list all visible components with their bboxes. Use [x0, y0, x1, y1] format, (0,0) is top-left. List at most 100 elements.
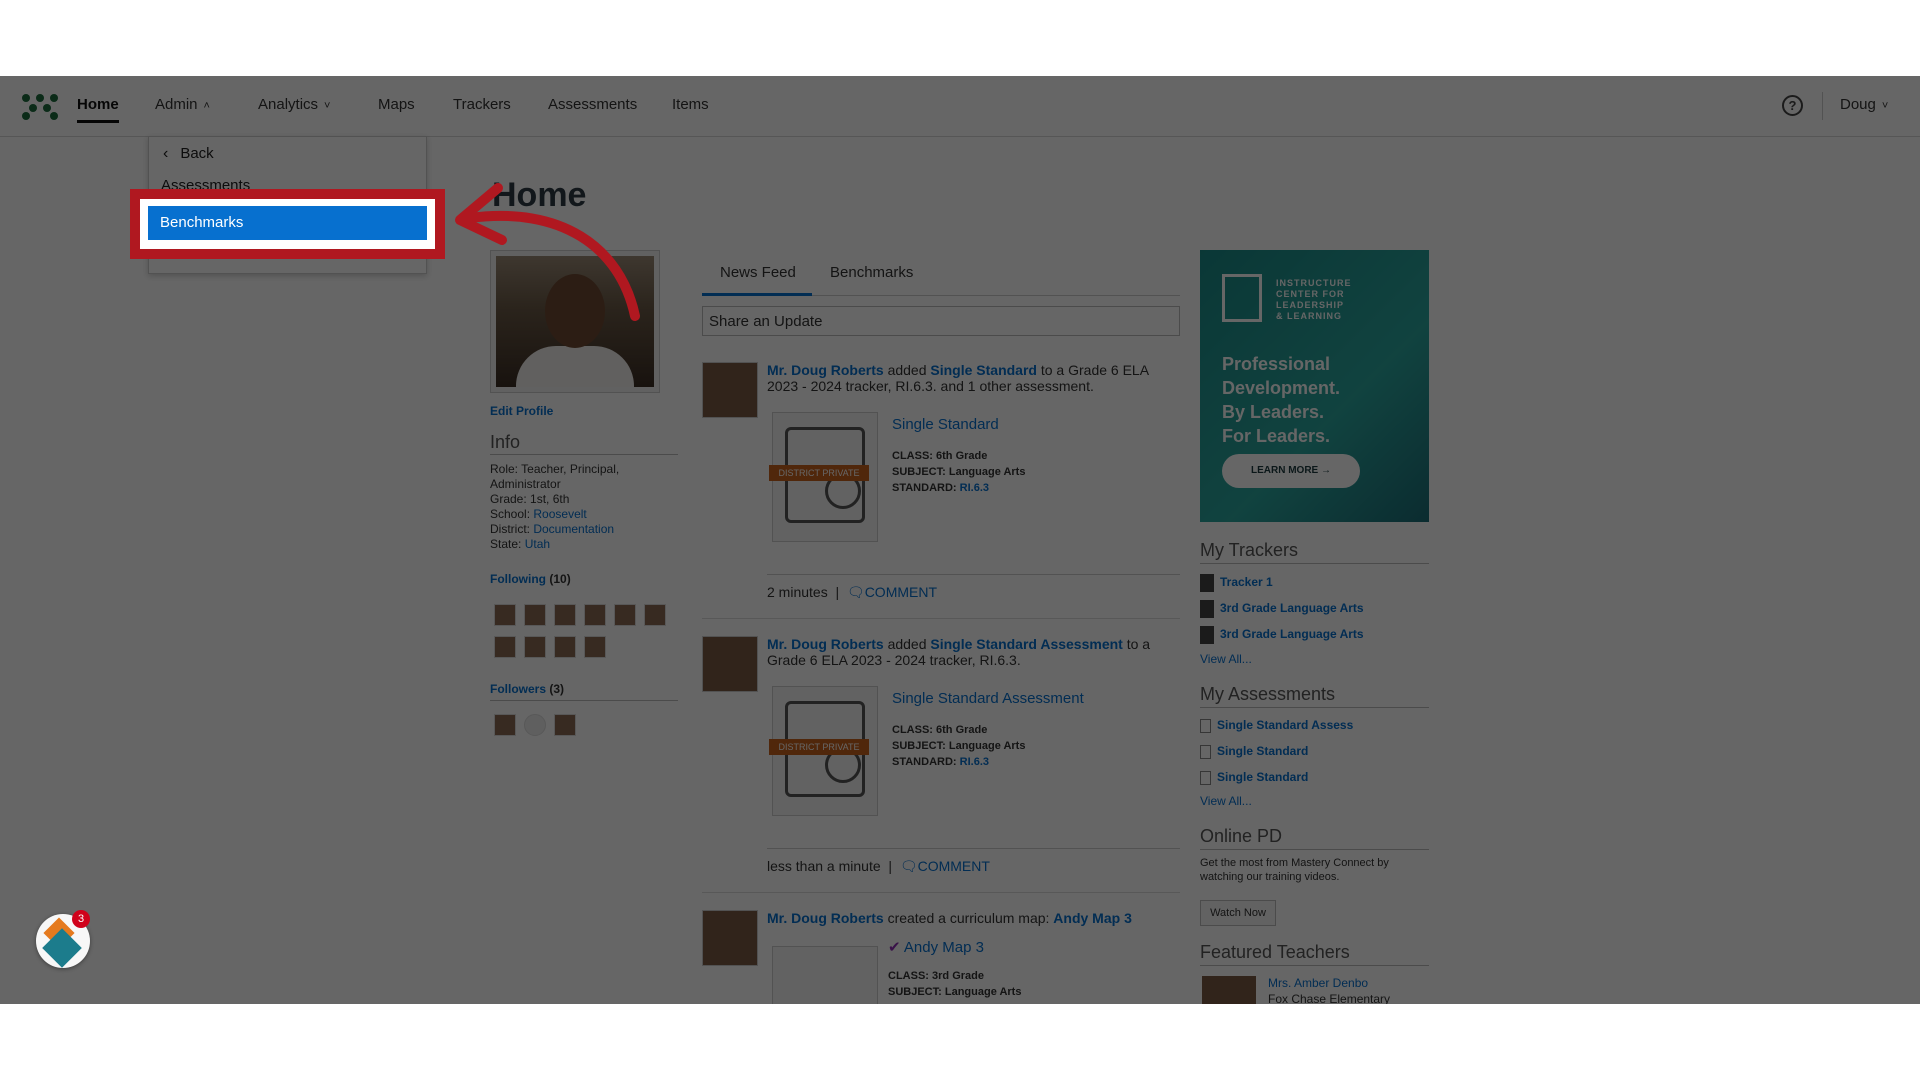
- subject-value: Language Arts: [944, 986, 1022, 998]
- card-subject: SUBJECT: Language Arts: [888, 984, 1021, 1000]
- chevron-down-icon: ˅: [1881, 100, 1889, 112]
- ad-headline-line: For Leaders.: [1222, 426, 1331, 446]
- card-title-link[interactable]: Single Standard Assessment: [892, 690, 1084, 707]
- comment-icon: 🗨: [846, 584, 865, 600]
- standard-link[interactable]: RI.6.3: [960, 482, 989, 494]
- avatar[interactable]: [494, 604, 516, 626]
- object-link[interactable]: Single Standard: [930, 362, 1037, 378]
- tab-benchmarks[interactable]: Benchmarks: [830, 264, 913, 281]
- info-role-2: Administrator: [490, 477, 561, 491]
- state-link[interactable]: Utah: [525, 537, 550, 551]
- mastery-logo-icon[interactable]: [22, 94, 58, 120]
- card-title-link[interactable]: Single Standard: [892, 416, 999, 433]
- tracker-link[interactable]: Tracker 1: [1200, 574, 1273, 592]
- divider: [702, 618, 1180, 619]
- info-heading: Info: [490, 432, 521, 452]
- object-link[interactable]: Single Standard Assessment: [930, 636, 1122, 652]
- avatar[interactable]: [494, 714, 516, 736]
- nav-maps[interactable]: Maps: [378, 96, 415, 113]
- my-trackers-heading: My Trackers: [1200, 540, 1299, 560]
- avatar[interactable]: [554, 604, 576, 626]
- assessment-link[interactable]: Single Standard Assess: [1200, 718, 1353, 733]
- avatar[interactable]: [584, 636, 606, 658]
- avatar[interactable]: [524, 604, 546, 626]
- nav-assessments[interactable]: Assessments: [548, 96, 637, 113]
- avatar[interactable]: [584, 604, 606, 626]
- share-update-input[interactable]: Share an Update: [702, 306, 1180, 336]
- followers-heading[interactable]: Followers (3): [490, 682, 564, 696]
- author-avatar[interactable]: [702, 636, 758, 692]
- class-label: CLASS:: [892, 724, 933, 736]
- comment-link[interactable]: 🗨COMMENT: [847, 584, 937, 600]
- learn-more-button[interactable]: LEARN MORE →: [1222, 454, 1360, 488]
- map-thumbnail[interactable]: [772, 946, 878, 1004]
- nav-trackers[interactable]: Trackers: [453, 96, 511, 113]
- card-subject: SUBJECT: Language Arts: [892, 738, 1025, 754]
- role-label: Role:: [490, 462, 519, 476]
- state-label: State:: [490, 537, 522, 551]
- card-title-link[interactable]: ✔ Andy Map 3: [888, 938, 984, 956]
- avatar[interactable]: [494, 636, 516, 658]
- feed-post: Mr. Doug Roberts added Single Standard A…: [702, 636, 1180, 898]
- standard-link[interactable]: RI.6.3: [960, 756, 989, 768]
- assessment-thumbnail[interactable]: DISTRICT PRIVATE: [769, 686, 878, 816]
- help-widget-launcher[interactable]: 3: [36, 910, 90, 968]
- teacher-avatar[interactable]: [1202, 976, 1256, 1004]
- card-standard: STANDARD: RI.6.3: [892, 480, 989, 496]
- post-footer: less than a minute | 🗨COMMENT: [767, 858, 990, 874]
- promo-banner[interactable]: INSTRUCTURE CENTER FOR LEADERSHIP & LEAR…: [1200, 250, 1429, 522]
- avatar[interactable]: [554, 714, 576, 736]
- card-standard: STANDARD: RI.6.3: [892, 754, 989, 770]
- subject-value: Language Arts: [948, 740, 1026, 752]
- divider: [702, 892, 1180, 893]
- tab-news-feed[interactable]: News Feed: [720, 264, 796, 281]
- highlighted-benchmarks-item[interactable]: Benchmarks: [148, 206, 427, 240]
- edit-profile-link[interactable]: Edit Profile: [490, 404, 553, 418]
- author-link[interactable]: Mr. Doug Roberts: [767, 362, 884, 378]
- user-menu[interactable]: Doug ˅: [1840, 96, 1888, 113]
- avatar[interactable]: [644, 604, 666, 626]
- author-avatar[interactable]: [702, 910, 758, 966]
- avatar[interactable]: [554, 636, 576, 658]
- online-pd-heading: Online PD: [1200, 826, 1283, 846]
- nav-analytics-label: Analytics: [258, 96, 319, 113]
- back-label: Back: [180, 145, 214, 162]
- avatar[interactable]: [614, 604, 636, 626]
- watch-now-button[interactable]: Watch Now: [1200, 900, 1276, 926]
- school-link[interactable]: Roosevelt: [533, 507, 586, 521]
- following-count: (10): [549, 572, 571, 586]
- author-link[interactable]: Mr. Doug Roberts: [767, 636, 884, 652]
- assessment-link[interactable]: Single Standard: [1200, 770, 1308, 785]
- assessment-thumbnail[interactable]: DISTRICT PRIVATE: [769, 412, 878, 542]
- comment-link[interactable]: 🗨COMMENT: [900, 858, 990, 874]
- card-class: CLASS: 3rd Grade: [888, 968, 984, 984]
- assessment-link[interactable]: Single Standard: [1200, 744, 1308, 759]
- nav-items[interactable]: Items: [672, 96, 709, 113]
- assessments-view-all-link[interactable]: View All...: [1200, 794, 1252, 808]
- author-link[interactable]: Mr. Doug Roberts: [767, 910, 884, 926]
- comment-label: COMMENT: [864, 584, 938, 600]
- help-icon[interactable]: ?: [1782, 95, 1803, 116]
- nav-home[interactable]: Home: [77, 96, 119, 123]
- author-avatar[interactable]: [702, 362, 758, 418]
- tracker-link[interactable]: 3rd Grade Language Arts: [1200, 600, 1364, 618]
- post-time: less than a minute: [767, 858, 881, 874]
- arrow-right-icon: →: [1321, 465, 1331, 476]
- nav-analytics[interactable]: Analytics ˅: [258, 96, 330, 113]
- tracker-label: 3rd Grade Language Arts: [1220, 601, 1364, 616]
- following-heading[interactable]: Following (10): [490, 572, 571, 586]
- info-role: Role: Teacher, Principal,: [490, 462, 619, 476]
- district-link[interactable]: Documentation: [533, 522, 614, 536]
- tracker-link[interactable]: 3rd Grade Language Arts: [1200, 626, 1364, 644]
- nav-admin[interactable]: Admin ˄: [155, 96, 210, 113]
- trackers-view-all-link[interactable]: View All...: [1200, 652, 1252, 666]
- avatar[interactable]: [524, 636, 546, 658]
- subject-value: Language Arts: [948, 466, 1026, 478]
- avatar-placeholder-icon[interactable]: [524, 714, 546, 736]
- teacher-name-link[interactable]: Mrs. Amber Denbo: [1268, 976, 1368, 990]
- post-footer: 2 minutes | 🗨COMMENT: [767, 584, 938, 600]
- back-button[interactable]: ‹ Back: [163, 145, 214, 163]
- feed-post: Mr. Doug Roberts added Single Standard t…: [702, 362, 1180, 624]
- district-label: District:: [490, 522, 530, 536]
- object-link[interactable]: Andy Map 3: [1053, 910, 1132, 926]
